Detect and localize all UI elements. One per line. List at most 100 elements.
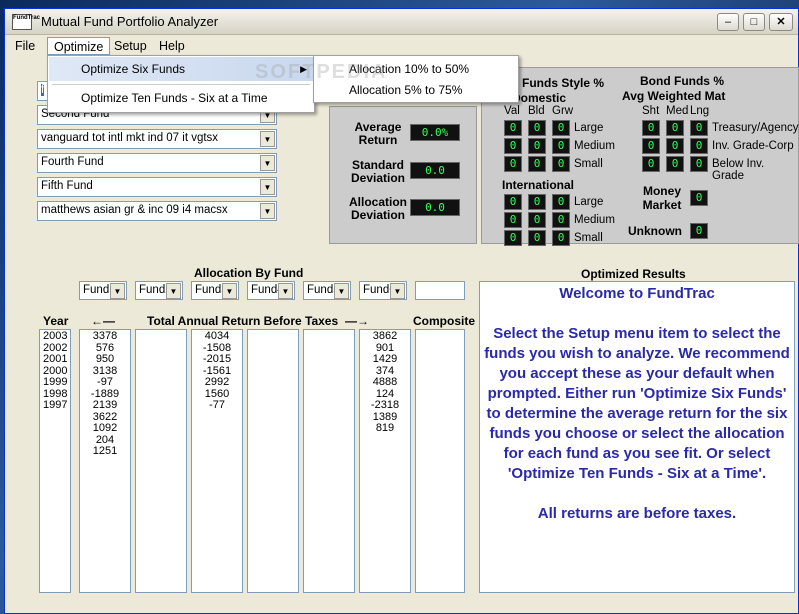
allocation-title: Allocation By Fund — [194, 266, 304, 280]
fund6-return: 3862 — [372, 330, 398, 342]
dom-row-small: Small — [574, 158, 603, 170]
dom-medium-val: 0 — [504, 138, 522, 154]
bond-row-below: Below Inv. Grade — [712, 158, 765, 182]
intl-small-bld: 0 — [528, 230, 546, 246]
fund6-return: 1429 — [372, 353, 398, 365]
bond-title: Bond Funds % — [640, 74, 724, 88]
fund1-return: 950 — [95, 353, 115, 365]
fund6-return: -2318 — [370, 399, 400, 411]
dom-large-val: 0 — [504, 120, 522, 136]
alloc-dev-value: 0.0 — [410, 199, 460, 216]
bond-subtitle: Avg Weighted Mat — [622, 89, 726, 103]
domestic-label: Domestic — [512, 91, 567, 105]
fund-select-4[interactable]: Fourth Fund ▼ — [37, 153, 277, 173]
fund2-selector[interactable]: Fund2 ▼ — [135, 281, 183, 300]
col-bld: Bld — [528, 105, 545, 117]
bond-col-med: Med — [666, 105, 689, 117]
alloc-dev-label: Allocation Deviation — [348, 195, 407, 222]
menu-setup[interactable]: Setup — [108, 37, 153, 55]
fund-select-6[interactable]: matthews asian gr & inc 09 i4 macsx ▼ — [37, 201, 277, 221]
intl-medium-bld: 0 — [528, 212, 546, 228]
year-cell: 1997 — [43, 399, 68, 411]
watermark: SOFTPEDIA — [255, 61, 388, 83]
intl-small-val: 0 — [504, 230, 522, 246]
fund1-return: 2139 — [92, 399, 118, 411]
fund3-selector[interactable]: Fund3 ▼ — [191, 281, 239, 300]
intl-row-medium: Medium — [574, 214, 615, 226]
intl-large-val: 0 — [504, 194, 522, 210]
composite-allocation-field[interactable] — [415, 281, 465, 300]
intl-medium-val: 0 — [504, 212, 522, 228]
fund1-return: 3378 — [92, 330, 118, 342]
fund6-returns-column: 3862 901 1429 374 4888 124 -2318 1389 81… — [359, 329, 411, 593]
fund4-returns-column — [247, 329, 299, 593]
menu-optimize[interactable]: Optimize — [47, 37, 111, 55]
composite-header: Composite — [413, 314, 476, 328]
money-market-value: 0 — [690, 190, 708, 206]
fund1-return: 1092 — [92, 422, 118, 434]
composite-column — [415, 329, 465, 593]
year-column: 2003 2002 2001 2000 1999 1998 1997 — [39, 329, 71, 593]
left-arrow-icon: ←— — [91, 314, 115, 328]
bond-treasury-sht: 0 — [642, 120, 660, 136]
dom-small-val: 0 — [504, 156, 522, 172]
style-panel: Funds Style % Domestic Val Bld Grw 0 0 0… — [481, 67, 799, 246]
app-window: FundTrac Mutual Fund Portfolio Analyzer … — [4, 8, 799, 614]
fund5-selector[interactable]: Fund5 ▼ — [303, 281, 351, 300]
menu-help[interactable]: Help — [153, 37, 191, 55]
col-val: Val — [504, 105, 520, 117]
fund6-return: 819 — [375, 422, 395, 434]
bond-treasury-med: 0 — [666, 120, 684, 136]
bond-corp-med: 0 — [666, 138, 684, 154]
results-panel: Welcome to FundTrac Select the Setup men… — [479, 281, 795, 593]
fund3-returns-column: 4034 -1508 -2015 -1561 2992 1560 -77 — [191, 329, 243, 593]
average-return-label: Average Return — [354, 120, 402, 147]
fund3-return: 4034 — [204, 330, 230, 342]
close-button[interactable]: ✕ — [769, 13, 793, 31]
std-dev-label: Standard Deviation — [350, 158, 405, 185]
intl-medium-grw: 0 — [552, 212, 570, 228]
intl-row-small: Small — [574, 232, 603, 244]
money-market-label: Money Market — [642, 184, 682, 212]
fund1-returns-column: 3378 576 950 3138 -97 -1889 2139 3622 10… — [79, 329, 131, 593]
col-grw: Grw — [552, 105, 574, 117]
dom-small-bld: 0 — [528, 156, 546, 172]
fund1-selector[interactable]: Fund1 ▼ — [79, 281, 127, 300]
dom-medium-grw: 0 — [552, 138, 570, 154]
intl-large-bld: 0 — [528, 194, 546, 210]
bond-col-sht: Sht — [642, 105, 660, 117]
fund3-return: 2992 — [204, 376, 230, 388]
fund4-selector[interactable]: Fund4 ▼ — [247, 281, 295, 300]
fund6-selector[interactable]: Fund6 ▼ — [359, 281, 407, 300]
fund6-return: 4888 — [372, 376, 398, 388]
dom-large-bld: 0 — [528, 120, 546, 136]
maximize-button[interactable]: □ — [743, 13, 765, 31]
fund1-return: 1251 — [92, 445, 118, 457]
returns-header: Total Annual Return Before Taxes — [147, 314, 339, 328]
minimize-button[interactable]: – — [717, 13, 739, 31]
dom-row-large: Large — [574, 122, 604, 134]
stock-style-title: Funds Style % — [522, 76, 605, 90]
fund-select-5[interactable]: Fifth Fund ▼ — [37, 177, 277, 197]
fund1-return: -97 — [97, 376, 113, 388]
dom-row-medium: Medium — [574, 140, 615, 152]
year-cell: 2001 — [43, 353, 68, 365]
dom-medium-bld: 0 — [528, 138, 546, 154]
std-dev-value: 0.0 — [410, 162, 460, 179]
bond-treasury-lng: 0 — [690, 120, 708, 136]
results-title: Optimized Results — [581, 267, 686, 281]
fund2-returns-column — [135, 329, 187, 593]
menu-optimize-ten[interactable]: Optimize Ten Funds - Six at a Time — [49, 86, 313, 110]
year-cell: 1999 — [43, 376, 68, 388]
menu-file[interactable]: File — [9, 37, 41, 55]
year-header: Year — [43, 314, 69, 328]
menu-bar: File Optimize Setup Help — [5, 36, 798, 56]
footer-text: All returns are before taxes. — [537, 505, 737, 522]
menu-separator — [52, 84, 310, 85]
title-bar[interactable]: FundTrac Mutual Fund Portfolio Analyzer … — [5, 9, 798, 35]
intl-row-large: Large — [574, 196, 604, 208]
average-return-value: 0.0% — [410, 124, 460, 141]
fund-select-3[interactable]: vanguard tot intl mkt ind 07 it vgtsx ▼ — [37, 129, 277, 149]
fund3-return: -77 — [209, 399, 225, 411]
bond-row-treasury: Treasury/Agency — [712, 122, 799, 134]
